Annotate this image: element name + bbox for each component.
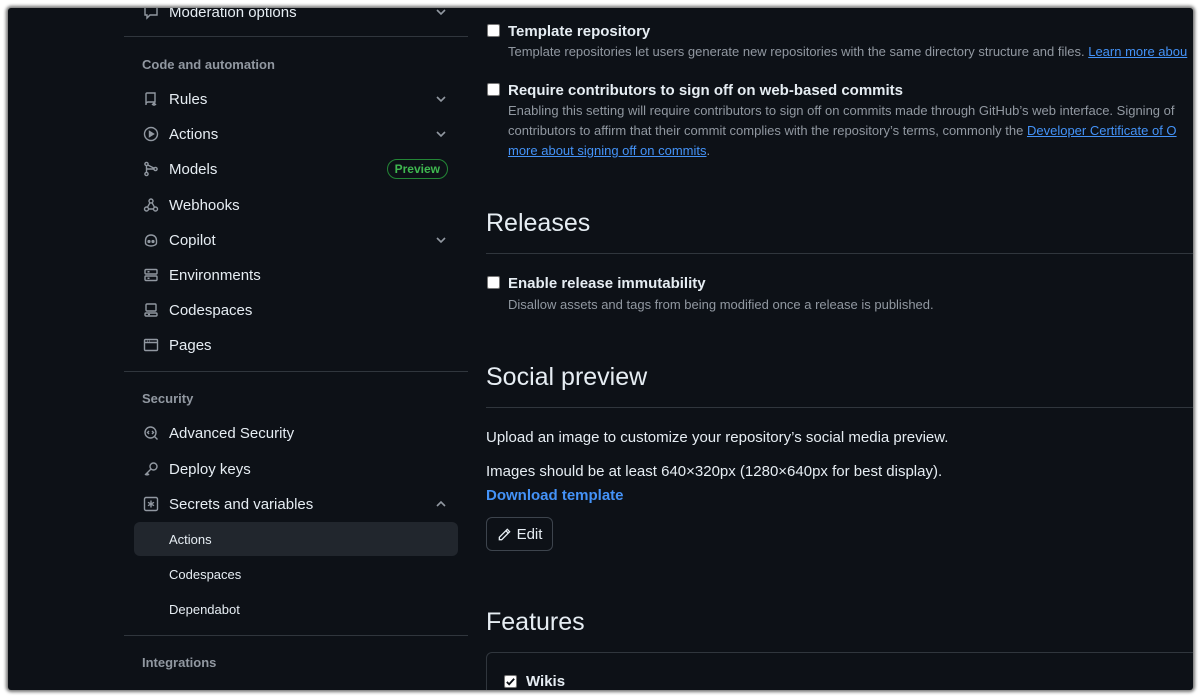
signoff-learn-more-link[interactable]: more about signing off on commits [508, 143, 706, 158]
chevron-down-icon[interactable] [434, 127, 448, 141]
wikis-checkbox[interactable] [504, 675, 517, 688]
sidebar-item-advanced-security[interactable]: Advanced Security [134, 416, 458, 450]
section-heading-security: Security [142, 391, 194, 406]
social-preview-description: Upload an image to customize your reposi… [486, 429, 949, 446]
release-immutability-title: Enable release immutability [508, 275, 706, 292]
settings-main: Template repository Template repositorie… [486, 8, 1193, 690]
section-heading-integrations: Integrations [142, 655, 217, 670]
release-immutability-checkbox[interactable] [487, 276, 500, 289]
sidebar-divider [124, 635, 468, 636]
sidebar-subitem-label: Codespaces [169, 566, 242, 582]
sidebar-item-pages[interactable]: Pages [134, 328, 458, 362]
chevron-down-icon[interactable] [434, 92, 448, 106]
features-box: Wikis [486, 652, 1193, 690]
sidebar-item-label: Environments [169, 266, 261, 284]
sidebar-item-secrets-and-variables[interactable]: Secrets and variables [134, 487, 458, 521]
sidebar-item-label: Models [169, 160, 218, 178]
key-icon [142, 460, 160, 478]
browser-icon [142, 336, 160, 354]
chevron-up-icon[interactable] [434, 497, 448, 511]
template-repository-checkbox[interactable] [487, 24, 500, 37]
sidebar-item-label: Copilot [169, 231, 216, 249]
signoff-title: Require contributors to sign off on web-… [508, 82, 904, 99]
sidebar-item-rules[interactable]: Rules [134, 82, 458, 116]
sidebar-subitem-dependabot[interactable]: Dependabot [134, 592, 458, 626]
chevron-down-icon[interactable] [434, 233, 448, 247]
signoff-description-line2: contributors to affirm that their commit… [508, 123, 1177, 138]
sidebar-item-deploy-keys[interactable]: Deploy keys [134, 452, 458, 486]
webhook-icon [142, 196, 160, 214]
edit-button[interactable]: Edit [486, 517, 553, 551]
sidebar-subitem-label: Actions [169, 531, 212, 547]
download-template-link[interactable]: Download template [486, 487, 624, 504]
signoff-description: Enabling this setting will require contr… [508, 103, 1175, 118]
sidebar-item-label: Advanced Security [169, 424, 295, 442]
release-immutability-description: Disallow assets and tags from being modi… [508, 297, 934, 312]
template-repository-title: Template repository [508, 23, 651, 40]
app-frame: Moderation options Code and automation R… [8, 8, 1193, 690]
sidebar-item-label: Webhooks [169, 196, 240, 214]
signoff-description-line3: more about signing off on commits. [508, 143, 711, 158]
preview-badge: Preview [386, 159, 448, 179]
report-icon [142, 8, 160, 21]
sidebar-item-codespaces[interactable]: Codespaces [134, 293, 458, 327]
sidebar-item-webhooks[interactable]: Webhooks [134, 188, 458, 222]
sidebar-item-label: Actions [169, 125, 219, 143]
sidebar-item-label: Pages [169, 336, 212, 354]
codescan-icon [142, 424, 160, 442]
asterisk-icon [142, 495, 160, 513]
play-icon [142, 125, 160, 143]
server-icon [142, 266, 160, 284]
social-preview-size-hint: Images should be at least 640×320px (128… [486, 463, 943, 480]
section-heading-code-automation: Code and automation [142, 57, 275, 72]
dco-link[interactable]: Developer Certificate of O [1027, 123, 1177, 138]
sidebar-subitem-codespaces[interactable]: Codespaces [134, 557, 458, 591]
social-preview-heading: Social preview [486, 363, 648, 391]
sidebar-item-label: Deploy keys [169, 460, 251, 478]
features-heading: Features [486, 608, 585, 636]
section-divider [486, 253, 1193, 254]
copilot-icon [142, 231, 160, 249]
sidebar-item-moderation-options[interactable]: Moderation options [134, 8, 458, 29]
sidebar-item-environments[interactable]: Environments [134, 258, 458, 292]
sidebar-divider [124, 371, 468, 372]
signoff-checkbox[interactable] [487, 83, 500, 96]
sidebar-item-label: Secrets and variables [169, 495, 314, 513]
sidebar-item-models[interactable]: Models Preview [134, 152, 458, 186]
chevron-down-icon[interactable] [434, 8, 448, 19]
releases-heading: Releases [486, 209, 591, 237]
codespaces-icon [142, 301, 160, 319]
template-repository-description: Template repositories let users generate… [508, 44, 1188, 59]
sidebar-divider [124, 36, 468, 37]
learn-more-link[interactable]: Learn more abou [1088, 44, 1187, 59]
sidebar-item-copilot[interactable]: Copilot [134, 223, 458, 257]
sidebar-item-label: Codespaces [169, 301, 253, 319]
pencil-icon [497, 527, 512, 542]
sidebar-item-label: Rules [169, 90, 208, 108]
section-divider [486, 407, 1193, 408]
models-icon [142, 160, 160, 178]
repo-push-icon [142, 90, 160, 108]
wikis-title: Wikis [526, 673, 566, 690]
edit-button-label: Edit [516, 525, 543, 543]
sidebar-subitem-actions[interactable]: Actions [134, 522, 458, 556]
sidebar-item-actions[interactable]: Actions [134, 117, 458, 151]
settings-sidebar: Moderation options Code and automation R… [124, 8, 468, 690]
sidebar-subitem-label: Dependabot [169, 601, 240, 617]
sidebar-item-label: Moderation options [169, 8, 297, 21]
